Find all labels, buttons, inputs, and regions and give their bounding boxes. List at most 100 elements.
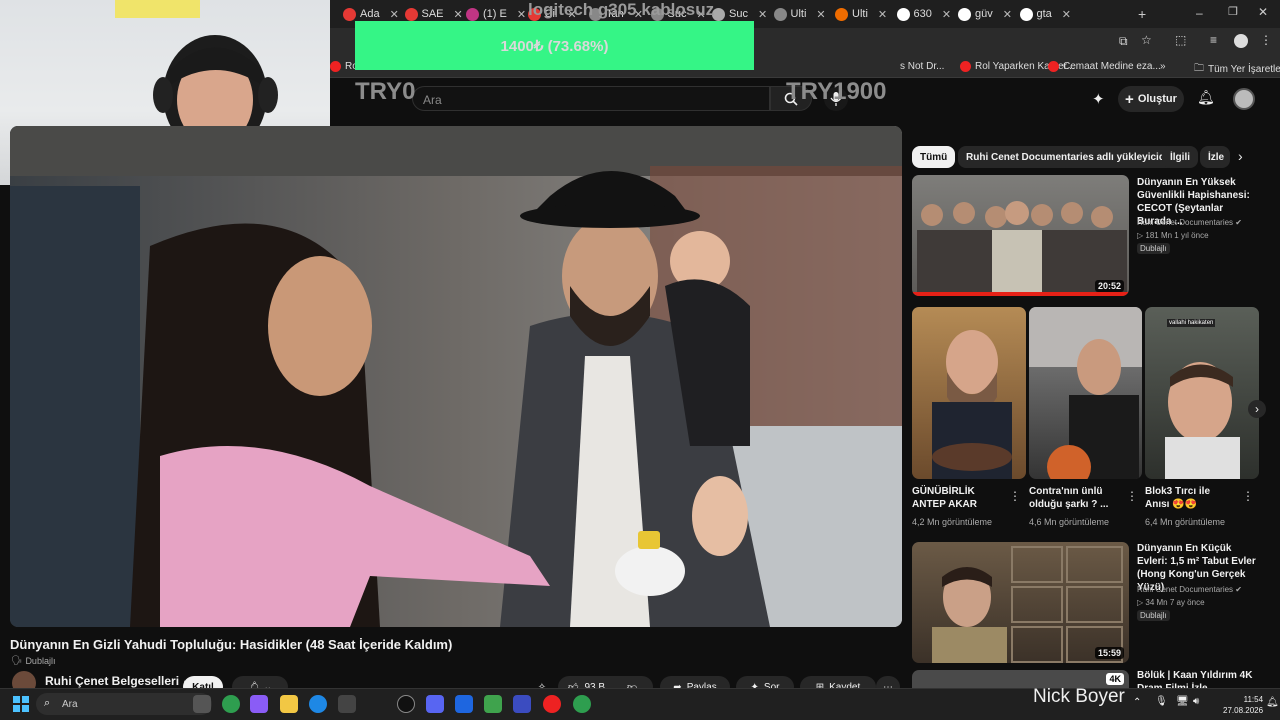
sidebar-video-thumbnail[interactable]: 20:52 [912,175,1129,296]
bookmark-item[interactable]: s Not Dr... [900,61,944,72]
short-title[interactable]: Blok3 Tırcı ile Anısı 😍😍 [1145,485,1235,511]
more-options-icon[interactable]: ⋮ [1009,489,1021,503]
short-thumbnail[interactable] [912,307,1026,479]
tab-close-icon[interactable]: ✕ [390,8,399,21]
tab-close-icon[interactable]: ✕ [1062,8,1071,21]
tab-favicon-icon [404,7,418,21]
channel-name[interactable]: Ruhi Çenet Belgeselleri [45,674,179,688]
chip-watched[interactable]: İzle [1200,146,1230,168]
sidebar-video-meta: ▷ 34 Mn 7 ay önce [1137,598,1205,607]
chrome-icon[interactable] [222,695,240,713]
network-icon[interactable]: 🖥︎ [1176,696,1189,707]
dub-icon: 🗣︎ [11,655,23,665]
obs-icon[interactable] [543,695,561,713]
notifications-bell-icon[interactable]: 🔔︎ [1197,89,1215,106]
volume-icon[interactable]: 🔊︎ [1193,696,1199,707]
app-icon[interactable] [513,695,531,713]
notification-center-icon[interactable]: 🔔︎ [1266,697,1279,708]
chrome-icon[interactable] [573,695,591,713]
browser-tab[interactable]: 630 ✕ [896,4,951,24]
create-button[interactable]: + Oluştur [1118,86,1184,112]
streamer-name-overlay: Nick Boyer [1033,686,1125,707]
chip-from-uploader[interactable]: Ruhi Cenet Documentaries adlı yükleyicid… [958,146,1185,168]
cast-icon[interactable]: ⧉ [1119,34,1128,49]
shorts-next-arrow-icon[interactable]: › [1248,400,1266,418]
short-caption: vallahi hakikaten [1167,319,1216,327]
tab-label: 630 [913,8,932,20]
edge-icon[interactable] [309,695,327,713]
donation-goal-title: logitech g305 kablosuz [528,0,715,19]
tab-favicon-icon [1019,7,1033,21]
task-view-icon[interactable] [193,695,211,713]
short-art [932,330,1012,479]
bookmark-item[interactable]: Ro [330,61,358,72]
browser-tab[interactable]: Ulti ✕ [773,4,826,24]
restore-button[interactable]: ❐ [1228,5,1238,18]
app-icon[interactable] [338,695,356,713]
minecraft-icon[interactable] [484,695,502,713]
steam-icon[interactable] [397,695,415,713]
windows-start-icon[interactable] [13,696,29,712]
more-options-icon[interactable]: ⋮ [1126,489,1138,503]
puzzle-extension-icon[interactable]: ✦ [1092,90,1105,108]
tab-close-icon[interactable]: ✕ [816,8,825,21]
search-input[interactable]: Ara [412,86,770,111]
short-thumbnail[interactable] [1029,307,1142,479]
browser-tab[interactable]: gta ✕ [1019,4,1071,24]
short-thumbnail[interactable]: vallahi hakikaten [1145,307,1259,479]
new-tab-button[interactable]: + [1138,6,1146,22]
reading-list-icon[interactable]: ≡ [1210,33,1217,47]
bookmarks-overflow-icon[interactable]: » [1160,61,1166,72]
dubbed-badge: 🗣︎ Dublajlı [11,655,56,666]
tab-favicon-icon [466,7,479,21]
folder-icon: 🗀 [1194,63,1204,74]
app-icon[interactable] [455,695,473,713]
taskbar-search-input[interactable]: Ara [36,693,212,715]
tab-favicon-icon [958,7,971,21]
profile-avatar[interactable] [1234,34,1248,48]
all-bookmarks[interactable]: 🗀 Tüm Yer İşaretleri [1194,61,1280,78]
tab-close-icon[interactable]: ✕ [454,8,463,21]
close-window-button[interactable]: ✕ [1258,5,1268,19]
chip-all[interactable]: Tümü [912,146,956,168]
tab-close-icon[interactable]: ✕ [517,8,526,21]
short-title[interactable]: GÜNÜBİRLİK ANTEP AKAR [912,485,1002,511]
sidebar-video-channel[interactable]: Ruhi Cenet Documentaries ✔ [1137,216,1242,229]
tab-close-icon[interactable]: ✕ [758,8,767,21]
browser-tab[interactable]: güv ✕ [958,4,1012,24]
plus-icon: + [1125,90,1134,108]
microphone-tray-icon[interactable]: 🎙︎ [1155,696,1168,707]
file-explorer-icon[interactable] [280,695,298,713]
extensions-icon[interactable]: ⬚ [1175,33,1186,47]
tab-favicon-icon [896,7,910,21]
menu-kebab-icon[interactable]: ⋮ [1260,33,1272,47]
minimize-button[interactable]: – [1196,6,1203,20]
sidebar-video-thumbnail[interactable]: 15:59 [912,542,1129,663]
tab-close-icon[interactable]: ✕ [1003,8,1012,21]
more-options-icon[interactable]: ⋮ [1242,489,1254,503]
account-avatar[interactable] [1233,88,1255,110]
bookmark-star-icon[interactable]: ☆ [1141,33,1152,47]
short-art [1165,362,1240,479]
video-player[interactable] [10,126,902,627]
tab-close-icon[interactable]: ✕ [942,8,951,21]
bookmark-item[interactable]: Cemaat Medine eza... [1048,61,1161,72]
youtube-icon [1048,61,1059,72]
tab-label: gta [1036,8,1052,20]
prison-thumbnail-art [912,201,1129,296]
video-duration: 20:52 [1094,280,1124,292]
short-title[interactable]: Contra'nın ünlü olduğu şarkı ? ... [1029,485,1119,511]
tab-favicon-icon [773,7,787,21]
discord-icon[interactable] [426,695,444,713]
chip-related[interactable]: İlgili [1162,146,1198,168]
chips-next-arrow-icon[interactable]: › [1238,148,1243,164]
system-clock[interactable]: 11:54 27.08.2026 [1223,694,1263,716]
tab-close-icon[interactable]: ✕ [878,8,887,21]
sidebar-video-channel[interactable]: Ruhi Cenet Documentaries ✔ [1137,583,1242,596]
sidebar-video-title[interactable]: Bölük | Kaan Yıldırım 4K Dram Filmi İzle [1137,669,1257,688]
browser-tab[interactable]: Ulti ✕ [835,4,887,24]
tray-chevron-icon[interactable]: ⌃ [1133,697,1141,708]
copilot-icon[interactable] [250,695,268,713]
youtube-icon [330,61,341,72]
tab-favicon-icon [343,7,356,21]
